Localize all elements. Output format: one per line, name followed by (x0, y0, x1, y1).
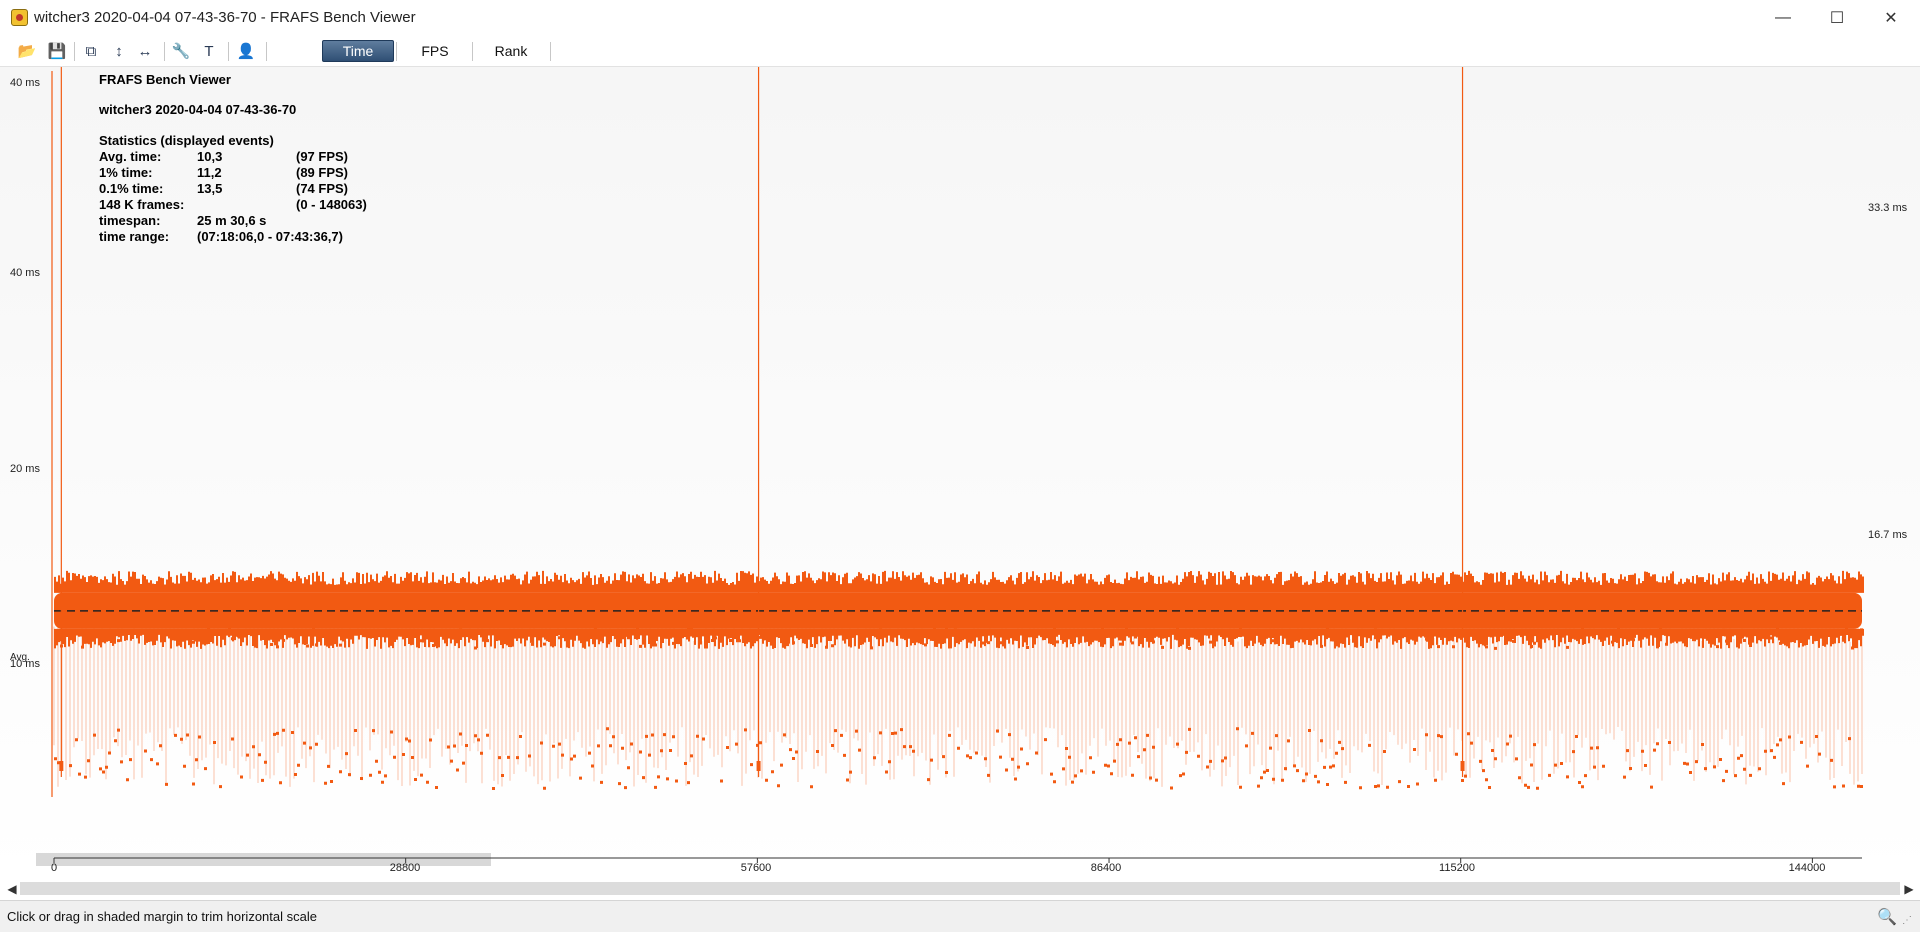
user-icon[interactable]: 👤 (235, 40, 257, 62)
x-tick-label: 0 (50, 862, 58, 874)
toolbar-separator (228, 42, 229, 61)
y-tick-label: 20 ms (10, 463, 40, 475)
window-title: witcher3 2020-04-04 07-43-36-70 - FRAFS … (34, 9, 416, 26)
x-tick-label: 144000 (1788, 862, 1826, 874)
copy-icon[interactable]: ⧉ (80, 40, 102, 62)
frame-time-plot[interactable] (0, 67, 1920, 881)
spike-low-marker (1460, 761, 1465, 771)
zoom-icon[interactable]: 🔍 (1877, 907, 1897, 927)
x-tick-label: 115200 (1439, 862, 1475, 874)
x-tick-label: 57600 (740, 862, 772, 874)
toolbar-separator (74, 42, 75, 61)
text-icon[interactable]: T (198, 40, 220, 62)
spike-low-marker (756, 761, 761, 771)
toolbar-separator (164, 42, 165, 61)
y-tick-label: 40 ms (10, 77, 40, 89)
scroll-left-icon[interactable]: ◀ (3, 880, 21, 897)
close-button[interactable]: ✕ (1863, 0, 1919, 36)
toolbar-separator (472, 42, 473, 61)
trim-margin (36, 853, 491, 866)
y-tick-label: 40 ms (10, 267, 40, 279)
scroll-right-icon[interactable]: ▶ (1900, 880, 1918, 897)
status-bar: Click or drag in shaded margin to trim h… (0, 900, 1920, 932)
tab-fps[interactable]: FPS (400, 40, 470, 62)
open-folder-icon[interactable]: 📂 (16, 40, 38, 62)
avg-label: Avg. (10, 652, 30, 663)
toolbar-separator (396, 42, 397, 61)
resize-grip-icon: ⋰ (1902, 915, 1912, 926)
status-text: Click or drag in shaded margin to trim h… (7, 909, 317, 924)
ref-line-label-30fps: 33.3 ms (1868, 202, 1908, 214)
x-tick-label: 86400 (1090, 862, 1122, 874)
minimize-button[interactable]: — (1755, 0, 1811, 36)
horizontal-scrollbar[interactable]: ◀ ▶ (0, 880, 1920, 897)
toolbar-separator (550, 42, 551, 61)
scrollbar-track[interactable] (20, 882, 1900, 895)
fit-horizontal-icon[interactable]: ↔ (134, 40, 156, 62)
wrench-icon[interactable]: 🔧 (170, 40, 192, 62)
x-tick-label: 28800 (389, 862, 421, 874)
ref-line-label-60fps: 16.7 ms (1868, 529, 1908, 541)
save-icon[interactable]: 💾 (46, 40, 68, 62)
maximize-button[interactable]: ☐ (1809, 0, 1865, 36)
toolbar-separator (266, 42, 267, 61)
fit-vertical-icon[interactable]: ↕ (108, 40, 130, 62)
tab-time[interactable]: Time (322, 40, 394, 62)
toolbar: 📂 💾 ⧉ ↕ ↔ 🔧 T 👤 Time FPS Rank (0, 36, 1920, 66)
app-icon (11, 9, 28, 26)
title-bar: witcher3 2020-04-04 07-43-36-70 - FRAFS … (0, 0, 1920, 36)
chart-area[interactable]: FRAFS Bench Viewer witcher3 2020-04-04 0… (0, 66, 1920, 881)
tab-rank[interactable]: Rank (476, 40, 546, 62)
spike-low-marker (59, 761, 64, 771)
